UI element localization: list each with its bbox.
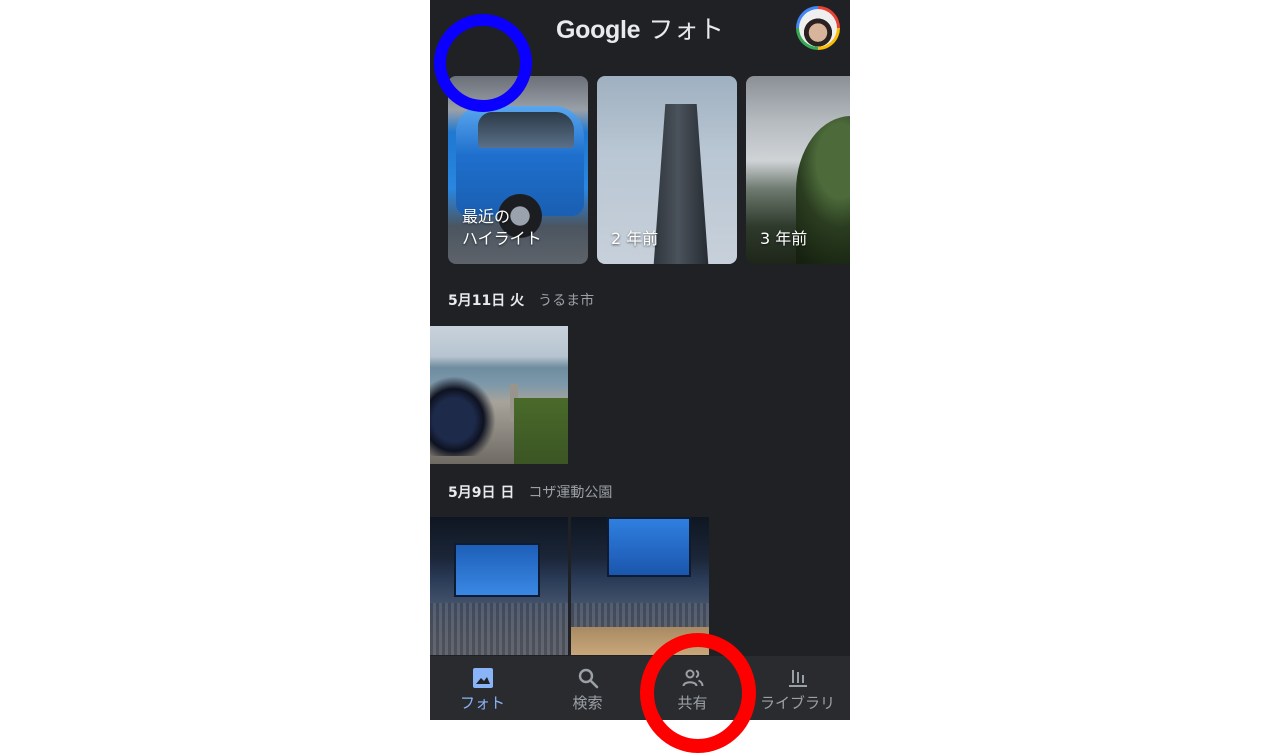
nav-item-library[interactable]: ライブラリ	[745, 656, 850, 720]
motorcycle-shape	[430, 376, 496, 456]
memory-card-3-years-ago[interactable]: 3 年前	[746, 76, 850, 264]
grass-shape	[514, 398, 568, 464]
memory-card-label-line1: 最近の	[462, 207, 511, 226]
scoreboard-shape	[454, 543, 540, 597]
memory-card-2-years-ago[interactable]: 2 年前	[597, 76, 737, 264]
memory-card-label: 3 年前	[760, 228, 807, 250]
photo-thumbnail-arena[interactable]	[430, 517, 568, 655]
search-icon	[578, 668, 598, 689]
location-label[interactable]: コザ運動公園	[528, 485, 612, 501]
nav-item-search[interactable]: 検索	[535, 656, 640, 720]
location-label[interactable]: うるま市	[538, 293, 594, 309]
date-label: 5月11日 火	[448, 293, 525, 309]
car-windshield	[478, 112, 574, 148]
date-group-header: 5月9日 日コザ運動公園	[448, 482, 612, 502]
annotation-circle-blue	[434, 14, 532, 112]
memory-card-label-line1: 3 年前	[760, 229, 808, 248]
tower-photo	[653, 104, 709, 264]
nav-item-label: ライブラリ	[759, 694, 835, 712]
memory-card-label-line2: ハイライト	[462, 229, 542, 248]
photo-thumbnail-motorcycle[interactable]	[430, 326, 568, 464]
user-avatar-icon	[799, 9, 837, 47]
photo-icon	[472, 668, 493, 688]
stands-shape	[430, 603, 568, 655]
nav-item-label: フォト	[459, 694, 505, 712]
scoreboard-shape	[607, 517, 691, 577]
date-label: 5月9日 日	[448, 485, 515, 501]
memory-card-label: 最近の ハイライト	[462, 206, 542, 250]
annotation-circle-red	[640, 633, 756, 753]
logo-brand-text: Google	[555, 16, 641, 44]
nav-item-label: 検索	[572, 694, 603, 712]
date-group-header: 5月11日 火うるま市	[448, 290, 594, 310]
library-icon	[788, 670, 807, 687]
nav-item-photos[interactable]: フォト	[430, 656, 535, 720]
memory-card-label-line1: 2 年前	[611, 229, 659, 248]
logo-suffix-text: フォト	[640, 15, 725, 44]
account-avatar-button[interactable]	[796, 6, 840, 50]
memory-card-label: 2 年前	[611, 228, 658, 250]
